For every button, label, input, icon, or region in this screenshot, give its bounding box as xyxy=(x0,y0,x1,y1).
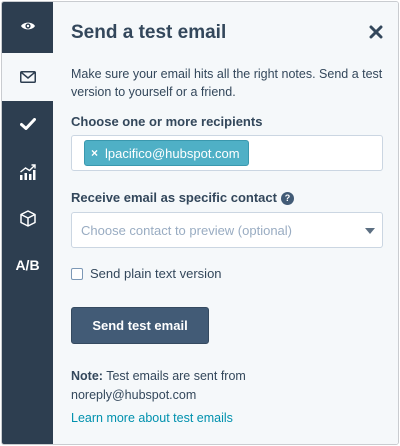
sidebar-item-analytics[interactable] xyxy=(2,148,53,196)
plain-text-checkbox[interactable] xyxy=(71,267,83,280)
checkmark-icon xyxy=(19,118,36,130)
send-test-email-button[interactable]: Send test email xyxy=(71,307,209,344)
sidebar-item-checklist[interactable] xyxy=(2,100,53,148)
plain-text-label[interactable]: Send plain text version xyxy=(90,266,222,281)
close-icon[interactable] xyxy=(368,24,384,40)
sidebar-item-modules[interactable] xyxy=(2,194,53,242)
chart-icon xyxy=(20,163,36,180)
cube-icon xyxy=(19,209,36,227)
panel-description: Make sure your email hits all the right … xyxy=(71,67,383,99)
sidebar-item-test-email[interactable] xyxy=(2,53,53,101)
recipient-tag: × lpacifico@hubspot.com xyxy=(84,140,249,166)
remove-tag-icon[interactable]: × xyxy=(91,146,98,160)
contact-label-text: Receive email as specific contact xyxy=(71,190,277,205)
ab-test-icon: A/B xyxy=(15,257,40,273)
test-email-window: A/B Send a test email Make sure your ema… xyxy=(1,1,399,445)
test-email-panel: Send a test email Make sure your email h… xyxy=(53,2,398,444)
eye-icon xyxy=(20,22,35,30)
recipients-label: Choose one or more recipients xyxy=(71,114,263,129)
contact-label: Receive email as specific contact? xyxy=(71,190,294,205)
plain-text-option: Send plain text version xyxy=(71,266,222,281)
contact-select[interactable]: Choose contact to preview (optional) xyxy=(71,212,383,248)
sidebar-item-preview[interactable] xyxy=(2,2,53,50)
note-prefix: Note: xyxy=(71,369,103,383)
recipients-input[interactable]: × lpacifico@hubspot.com xyxy=(71,135,383,171)
chevron-down-icon xyxy=(365,228,375,234)
contact-select-placeholder: Choose contact to preview (optional) xyxy=(81,222,293,238)
sender-note: Note: Test emails are sent from noreply@… xyxy=(71,367,371,405)
note-line1: Test emails are sent from xyxy=(102,369,246,383)
sidebar-item-ab-test[interactable]: A/B xyxy=(2,241,53,289)
learn-more-link[interactable]: Learn more about test emails xyxy=(71,411,233,425)
help-icon[interactable]: ? xyxy=(280,192,294,205)
left-sidebar: A/B xyxy=(2,2,53,444)
note-sender-address: noreply@hubspot.com xyxy=(71,388,197,402)
recipient-tag-email: lpacifico@hubspot.com xyxy=(105,145,240,161)
page-title: Send a test email xyxy=(71,22,227,43)
envelope-icon xyxy=(19,71,36,83)
